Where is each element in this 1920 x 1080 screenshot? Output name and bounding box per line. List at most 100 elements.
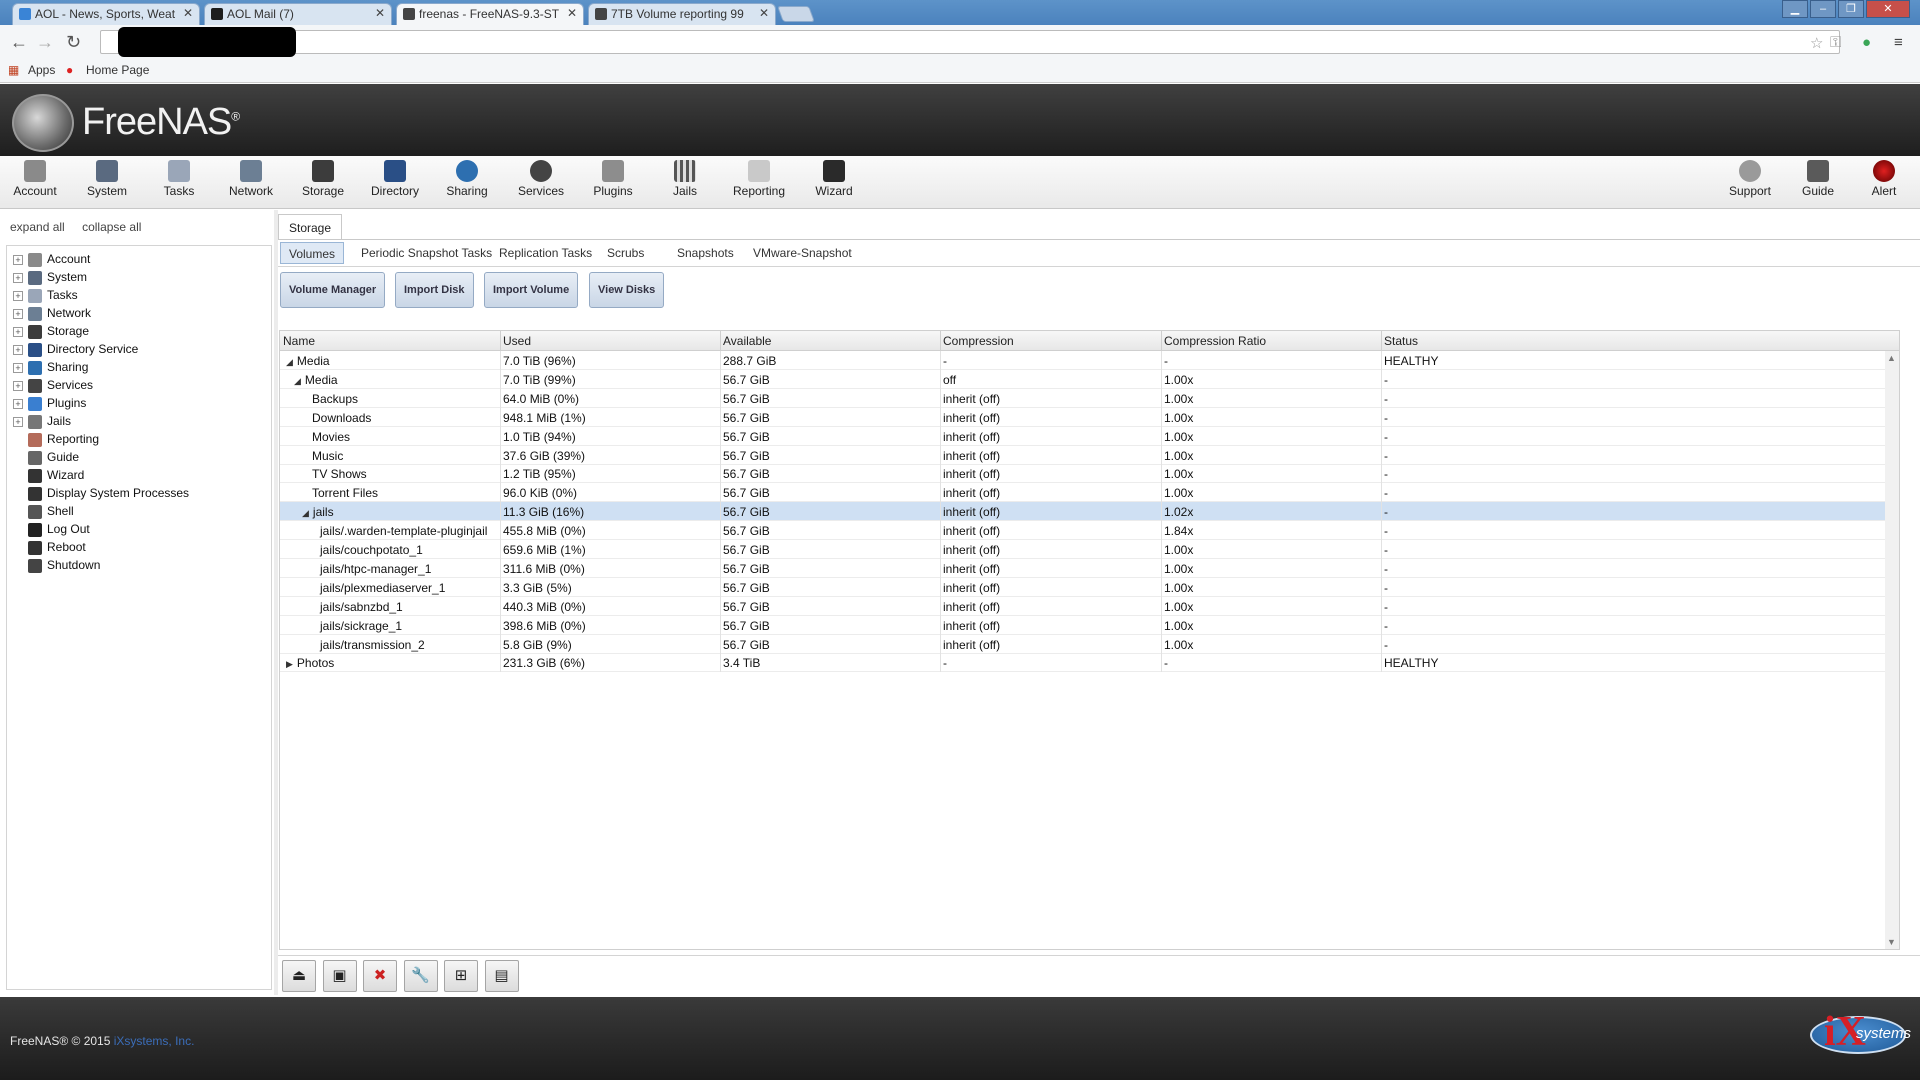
table-row[interactable]: TV Shows 1.2 TiB (95%) 56.7 GiB inherit (of… [280, 464, 1899, 484]
subtab-volumes[interactable]: Volumes [280, 242, 345, 264]
create-zvol-icon[interactable]: ⊞ [444, 960, 478, 992]
table-row[interactable]: ◢ Media 7.0 TiB (96%) 288.7 GiB - - HEALTHY [280, 351, 1899, 370]
close-tab-icon[interactable]: ✕ [567, 6, 577, 20]
topnav-network[interactable]: Network [219, 160, 283, 198]
sidebar-item-account[interactable]: + Account [13, 252, 90, 272]
expand-icon[interactable]: + [13, 380, 23, 391]
column-header-status[interactable]: Status [1384, 334, 1418, 348]
table-row[interactable]: ◢ Media 7.0 TiB (99%) 56.7 GiB off 1.00x - [280, 369, 1899, 389]
scroll-up-icon[interactable]: ▲ [1887, 353, 1896, 363]
import-volume-button[interactable]: Import Volume [484, 272, 579, 308]
sidebar-item-sharing[interactable]: + Sharing [13, 360, 88, 380]
browser-tab-aol-mail[interactable]: AOL Mail (7) ✕ [204, 3, 392, 25]
expand-icon[interactable]: + [13, 272, 23, 283]
expand-icon[interactable]: + [13, 416, 23, 427]
collapse-arrow-icon[interactable]: ◢ [294, 376, 301, 387]
expand-icon[interactable]: + [13, 326, 23, 337]
bookmark-home-page[interactable]: Home Page [86, 63, 149, 77]
key-icon[interactable]: ⚿ [1830, 34, 1841, 51]
bookmark-apps[interactable]: Apps [28, 63, 55, 77]
scroll-down-icon[interactable]: ▼ [1887, 937, 1896, 947]
tab-storage[interactable]: Storage [278, 214, 343, 240]
import-disk-button[interactable]: Import Disk [395, 272, 474, 308]
sidebar-item-reporting[interactable]: Reporting [13, 432, 99, 452]
delete-dataset-icon[interactable]: ✖ [363, 960, 397, 992]
menu-icon[interactable]: ≡ [1894, 34, 1903, 51]
sidebar-item-services[interactable]: + Services [13, 378, 93, 398]
column-header-used[interactable]: Used [503, 334, 531, 348]
volume-status-icon[interactable]: ▤ [484, 960, 519, 992]
expand-arrow-icon[interactable]: ▶ [286, 659, 293, 670]
detach-volume-icon[interactable]: ⏏ [282, 960, 316, 992]
table-row[interactable]: jails/.warden-template-pluginjail 455.8 M… [280, 521, 1899, 541]
expand-icon[interactable]: + [13, 398, 23, 409]
sidebar-item-plugins[interactable]: + Plugins [13, 396, 86, 416]
sidebar-item-jails[interactable]: + Jails [13, 414, 71, 434]
subtab-snapshots[interactable]: Snapshots [669, 242, 742, 264]
topnav-jails[interactable]: Jails [653, 160, 717, 198]
subtab-vmware-snapshot[interactable]: VMware-Snapshot [745, 242, 860, 264]
grid-scrollbar[interactable]: ▲ ▼ [1885, 351, 1899, 949]
topnav-reporting[interactable]: Reporting [727, 160, 791, 198]
table-row[interactable]: ◢ jails 11.3 GiB (16%) 56.7 GiB inherit (off… [280, 502, 1899, 522]
table-row[interactable]: jails/couchpotato_1 659.6 MiB (1%) 56.7 Gi… [280, 540, 1899, 559]
reload-icon[interactable]: ↻ [66, 32, 81, 53]
forward-icon[interactable]: → [36, 32, 54, 53]
topnav-tasks[interactable]: Tasks [147, 160, 211, 198]
sidebar-item-storage[interactable]: + Storage [13, 324, 89, 344]
table-row[interactable]: jails/sickrage_1 398.6 MiB (0%) 56.7 GiB in… [280, 615, 1899, 635]
column-divider[interactable] [500, 331, 501, 351]
expand-all-link[interactable]: expand all [10, 220, 65, 234]
column-header-compression-ratio[interactable]: Compression Ratio [1164, 334, 1266, 348]
topnav-storage[interactable]: Storage [291, 160, 355, 198]
bookmark-star-icon[interactable]: ☆ [1810, 34, 1823, 52]
table-row[interactable]: ▶ Photos 231.3 GiB (6%) 3.4 TiB - - HEALTHY [280, 653, 1899, 673]
close-tab-icon[interactable]: ✕ [375, 6, 385, 20]
edit-options-icon[interactable]: 🔧 [403, 960, 438, 992]
collapse-arrow-icon[interactable]: ◢ [286, 357, 293, 368]
topnav-plugins[interactable]: Plugins [581, 160, 645, 198]
expand-icon[interactable]: + [13, 290, 23, 301]
collapse-all-link[interactable]: collapse all [82, 220, 141, 234]
back-icon[interactable]: ← [10, 32, 28, 53]
expand-icon[interactable]: + [13, 254, 23, 265]
browser-tab-aol-news[interactable]: AOL - News, Sports, Weat ✕ [12, 3, 200, 25]
topnav-system[interactable]: System [75, 160, 139, 198]
topnav-account[interactable]: Account [3, 160, 67, 198]
ixsystems-link[interactable]: iXsystems, Inc. [114, 1034, 195, 1048]
table-row[interactable]: Music 37.6 GiB (39%) 56.7 GiB inherit (off)… [280, 445, 1899, 465]
topnav-sharing[interactable]: Sharing [435, 160, 499, 198]
sidebar-item-log-out[interactable]: Log Out [13, 522, 90, 542]
column-divider[interactable] [1161, 331, 1162, 351]
table-row[interactable]: jails/transmission_2 5.8 GiB (9%) 56.7 GiB… [280, 634, 1899, 654]
new-tab-button[interactable] [777, 6, 815, 22]
sidebar-item-system[interactable]: + System [13, 270, 87, 290]
table-row[interactable]: Backups 64.0 MiB (0%) 56.7 GiB inherit (off… [280, 388, 1899, 408]
sidebar-item-shutdown[interactable]: Shutdown [13, 558, 100, 578]
minimize-icon[interactable]: – [1810, 0, 1836, 18]
collapse-arrow-icon[interactable]: ◢ [302, 508, 309, 519]
profile-icon[interactable]: ▁ [1782, 0, 1808, 18]
topnav-wizard[interactable]: Wizard [802, 160, 866, 198]
table-row[interactable]: jails/plexmediaserver_1 3.3 GiB (5%) 56.7 … [280, 577, 1899, 597]
column-header-available[interactable]: Available [723, 334, 771, 348]
expand-icon[interactable]: + [13, 308, 23, 319]
column-header-name[interactable]: Name [283, 334, 315, 348]
view-disks-button[interactable]: View Disks [589, 272, 665, 308]
close-tab-icon[interactable]: ✕ [759, 6, 769, 20]
address-bar[interactable] [100, 30, 1840, 54]
sidebar-item-tasks[interactable]: + Tasks [13, 288, 78, 308]
expand-icon[interactable]: + [13, 344, 23, 355]
sidebar-item-shell[interactable]: Shell [13, 504, 74, 524]
sidebar-item-guide[interactable]: Guide [13, 450, 79, 470]
column-divider[interactable] [1381, 331, 1382, 351]
sidebar-item-network[interactable]: + Network [13, 306, 91, 326]
close-window-icon[interactable]: ✕ [1866, 0, 1910, 18]
sidebar-item-wizard[interactable]: Wizard [13, 468, 84, 488]
home-page-icon[interactable]: ● [66, 63, 73, 77]
volume-manager-button[interactable]: Volume Manager [280, 272, 386, 308]
maximize-icon[interactable]: ❐ [1838, 0, 1864, 18]
close-tab-icon[interactable]: ✕ [183, 6, 193, 20]
table-row[interactable]: Torrent Files 96.0 KiB (0%) 56.7 GiB inheri… [280, 483, 1899, 503]
table-row[interactable]: Movies 1.0 TiB (94%) 56.7 GiB inherit (off)… [280, 426, 1899, 446]
